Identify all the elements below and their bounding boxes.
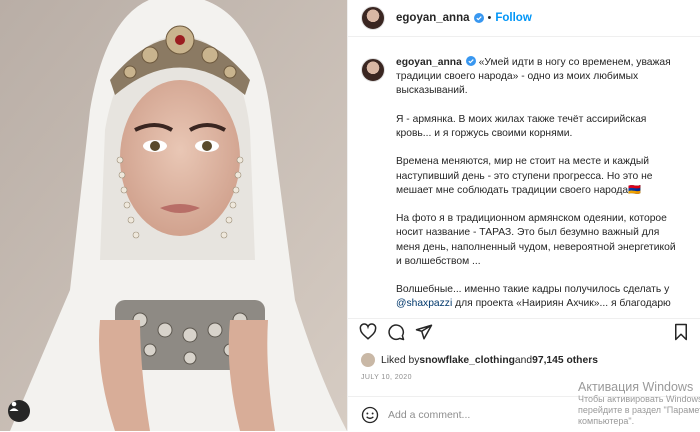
avatar[interactable] [361, 6, 385, 30]
caption-avatar[interactable] [361, 58, 385, 82]
comment-input[interactable]: Add a comment... [388, 409, 470, 421]
bookmark-icon[interactable] [672, 323, 690, 341]
post-date[interactable]: JULY 10, 2020 [361, 374, 412, 381]
verified-badge-icon [473, 13, 484, 23]
liker-avatar[interactable] [361, 353, 375, 367]
liked-by-user[interactable]: snowflake_clothing [419, 355, 515, 366]
watermark-text: Чтобы активировать Windows, перейдите в … [578, 394, 700, 426]
post-photo[interactable] [0, 0, 347, 431]
caption-paragraph: Волшебные... именно такие кадры получило… [396, 284, 673, 296]
likes-line: Liked by snowflake_clothing and 97,145 o… [361, 353, 598, 367]
post-header: egoyan_anna • Follow [348, 0, 700, 37]
action-bar [348, 318, 700, 347]
tagged-users-button[interactable] [8, 400, 30, 422]
portrait-illustration [0, 0, 347, 431]
heart-icon[interactable] [359, 323, 377, 341]
user-tag-icon [9, 401, 19, 411]
mention-link[interactable]: @shaxpazzi [396, 298, 452, 309]
verified-badge-icon [465, 56, 476, 66]
comment-bar: Add a comment... Активация Windows Чтобы… [348, 380, 700, 432]
follow-button[interactable]: Follow [495, 12, 531, 24]
caption-area: egoyan_anna «Умей идти в ногу со времене… [361, 56, 691, 310]
liked-by-prefix: Liked by [381, 354, 420, 366]
emoji-icon[interactable] [361, 406, 379, 424]
caption-paragraph: Времена меняются, мир не стоит на месте … [396, 156, 656, 196]
share-icon[interactable] [415, 323, 433, 341]
caption-paragraph: Я - армянка. В моих жилах также течёт ас… [396, 113, 650, 139]
caption-username[interactable]: egoyan_anna [396, 57, 462, 68]
post-details-panel: egoyan_anna • Follow egoyan_anna «Умей и… [347, 0, 700, 431]
header-separator: • [487, 12, 492, 24]
header-username[interactable]: egoyan_anna [396, 12, 470, 24]
caption-text: egoyan_anna «Умей идти в ногу со времене… [396, 56, 682, 310]
liked-by-and: and [514, 354, 533, 366]
comment-icon[interactable] [387, 323, 405, 341]
windows-activation-watermark: Активация Windows Чтобы активировать Win… [578, 380, 700, 427]
caption-paragraph: На фото я в традиционном армянском одеян… [396, 213, 679, 267]
watermark-title: Активация Windows [578, 380, 694, 394]
likes-count[interactable]: 97,145 others [532, 355, 598, 366]
